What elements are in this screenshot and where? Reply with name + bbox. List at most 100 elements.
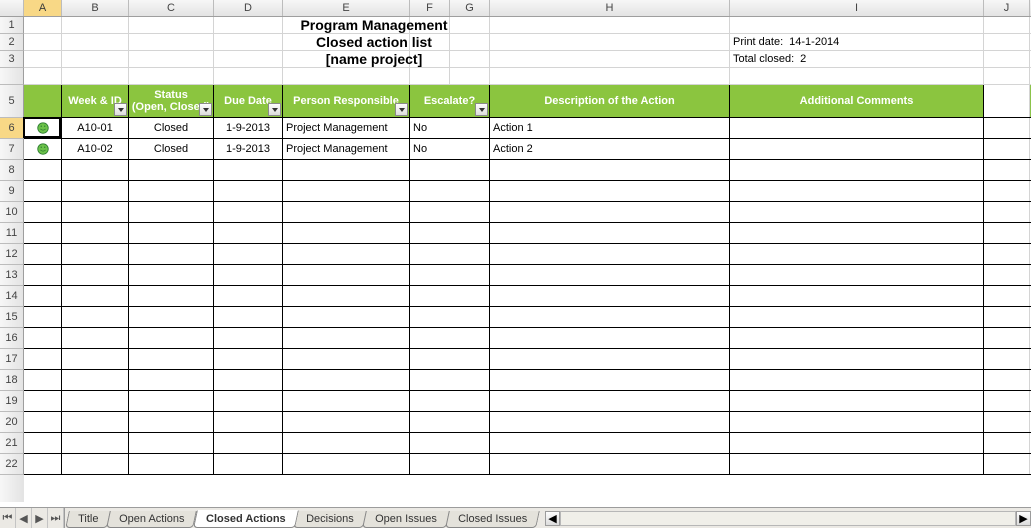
cell-due-date[interactable]: 1-9-2013 xyxy=(214,139,283,159)
empty-cell[interactable] xyxy=(283,202,410,222)
cell-description[interactable]: Action 1 xyxy=(490,118,730,138)
empty-cell[interactable] xyxy=(129,391,214,411)
row-header-3[interactable]: 3 xyxy=(0,51,24,68)
empty-cell[interactable] xyxy=(410,349,490,369)
empty-cell[interactable] xyxy=(984,160,1030,180)
empty-cell[interactable] xyxy=(283,244,410,264)
table-row[interactable] xyxy=(24,328,1031,349)
empty-cell[interactable] xyxy=(24,391,62,411)
empty-cell[interactable] xyxy=(24,181,62,201)
header-escalate[interactable]: Escalate? xyxy=(410,85,490,117)
empty-cell[interactable] xyxy=(984,307,1030,327)
empty-cell[interactable] xyxy=(62,286,129,306)
table-row[interactable] xyxy=(24,454,1031,475)
empty-cell[interactable] xyxy=(129,349,214,369)
empty-cell[interactable] xyxy=(129,181,214,201)
cell-status[interactable]: Closed xyxy=(129,139,214,159)
row-header-20[interactable]: 20 xyxy=(0,412,24,433)
empty-cell[interactable] xyxy=(283,265,410,285)
table-row[interactable]: A10-01 Closed 1-9-2013 Project Managemen… xyxy=(24,118,1031,139)
filter-dropdown-icon[interactable] xyxy=(268,103,281,116)
empty-cell[interactable] xyxy=(129,412,214,432)
empty-cell[interactable] xyxy=(283,307,410,327)
empty-cell[interactable] xyxy=(24,412,62,432)
empty-cell[interactable] xyxy=(984,391,1030,411)
row-header-7[interactable]: 7 xyxy=(0,139,24,160)
cell-week-id[interactable]: A10-01 xyxy=(62,118,129,138)
empty-cell[interactable] xyxy=(214,286,283,306)
empty-cell[interactable] xyxy=(283,391,410,411)
header-due-date[interactable]: Due Date xyxy=(214,85,283,117)
empty-cell[interactable] xyxy=(214,244,283,264)
cell-comments[interactable] xyxy=(730,139,984,159)
empty-cell[interactable] xyxy=(410,328,490,348)
empty-cell[interactable] xyxy=(730,265,984,285)
table-row[interactable] xyxy=(24,160,1031,181)
empty-cell[interactable] xyxy=(984,265,1030,285)
empty-cell[interactable] xyxy=(410,202,490,222)
empty-cell[interactable] xyxy=(24,454,62,474)
col-header-G[interactable]: G xyxy=(450,0,490,16)
empty-cell[interactable] xyxy=(62,223,129,243)
empty-cell[interactable] xyxy=(410,286,490,306)
empty-cell[interactable] xyxy=(984,202,1030,222)
empty-cell[interactable] xyxy=(730,307,984,327)
row-header-18[interactable]: 18 xyxy=(0,370,24,391)
empty-cell[interactable] xyxy=(410,265,490,285)
cell-escalate[interactable]: No xyxy=(410,118,490,138)
col-header-I[interactable]: I xyxy=(730,0,984,16)
empty-cell[interactable] xyxy=(730,244,984,264)
empty-cell[interactable] xyxy=(490,349,730,369)
table-row[interactable] xyxy=(24,181,1031,202)
empty-cell[interactable] xyxy=(283,412,410,432)
cell-empty-j[interactable] xyxy=(984,118,1030,138)
sheet-tab[interactable]: Title xyxy=(65,511,111,528)
sheet-tab[interactable]: Closed Issues xyxy=(445,511,540,528)
empty-cell[interactable] xyxy=(129,265,214,285)
empty-cell[interactable] xyxy=(490,181,730,201)
empty-cell[interactable] xyxy=(410,160,490,180)
tab-nav-last-icon[interactable]: ⏭ xyxy=(48,508,64,528)
empty-cell[interactable] xyxy=(283,328,410,348)
empty-cell[interactable] xyxy=(62,454,129,474)
row-header-8[interactable]: 8 xyxy=(0,160,24,181)
row-header-13[interactable]: 13 xyxy=(0,265,24,286)
empty-cell[interactable] xyxy=(283,454,410,474)
sheet-tab[interactable]: Decisions xyxy=(294,511,367,528)
empty-cell[interactable] xyxy=(214,349,283,369)
row-header-15[interactable]: 15 xyxy=(0,307,24,328)
cell-escalate[interactable]: No xyxy=(410,139,490,159)
empty-cell[interactable] xyxy=(984,223,1030,243)
empty-cell[interactable] xyxy=(490,454,730,474)
empty-cell[interactable] xyxy=(24,265,62,285)
table-row[interactable] xyxy=(24,349,1031,370)
table-row[interactable] xyxy=(24,433,1031,454)
empty-cell[interactable] xyxy=(490,433,730,453)
table-row[interactable] xyxy=(24,223,1031,244)
empty-cell[interactable] xyxy=(283,286,410,306)
scroll-left-icon[interactable]: ◀ xyxy=(545,511,560,526)
empty-cell[interactable] xyxy=(730,349,984,369)
empty-cell[interactable] xyxy=(214,223,283,243)
empty-cell[interactable] xyxy=(129,370,214,390)
header-comments[interactable]: Additional Comments xyxy=(730,85,984,117)
empty-cell[interactable] xyxy=(62,265,129,285)
empty-cell[interactable] xyxy=(410,181,490,201)
empty-cell[interactable] xyxy=(490,244,730,264)
sheet-tab[interactable]: Closed Actions xyxy=(193,510,298,528)
empty-cell[interactable] xyxy=(129,223,214,243)
empty-cell[interactable] xyxy=(984,370,1030,390)
col-header-F[interactable]: F xyxy=(410,0,450,16)
empty-cell[interactable] xyxy=(129,307,214,327)
empty-cell[interactable] xyxy=(984,181,1030,201)
empty-cell[interactable] xyxy=(730,286,984,306)
empty-cell[interactable] xyxy=(410,370,490,390)
empty-cell[interactable] xyxy=(490,223,730,243)
header-status[interactable]: Status(Open, Closed) xyxy=(129,85,214,117)
cell-due-date[interactable]: 1-9-2013 xyxy=(214,118,283,138)
row-header-12[interactable]: 12 xyxy=(0,244,24,265)
empty-cell[interactable] xyxy=(62,307,129,327)
row-header-1[interactable]: 1 xyxy=(0,17,24,34)
empty-cell[interactable] xyxy=(730,223,984,243)
empty-cell[interactable] xyxy=(410,391,490,411)
